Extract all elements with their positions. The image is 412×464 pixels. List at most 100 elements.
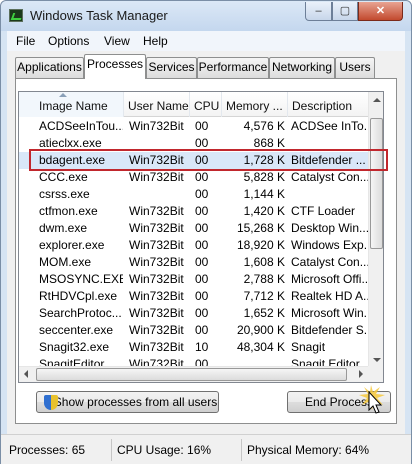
process-cpu-cell: 00 [195,323,209,337]
status-physical-memory: Physical Memory: 64% [247,443,370,457]
scroll-corner [368,366,383,382]
process-description-cell: Microsoft Win... [291,306,369,320]
show-all-users-label: Show processes from all users [53,395,218,409]
tab-networking[interactable]: Networking [269,57,335,78]
process-cpu-cell: 00 [195,153,209,167]
vertical-scrollbar[interactable] [368,92,383,366]
tab-applications[interactable]: Applications [15,57,84,78]
process-name-cell: SearchProtoc... [39,306,122,320]
process-name-cell: csrss.exe [39,187,90,201]
process-memory-cell: 2,788 K [243,272,285,286]
menu-view[interactable]: View [104,34,130,48]
table-row[interactable]: bdagent.exe Win732Bit 00 1,728 K Bitdefender… [19,152,369,169]
process-cpu-cell: 00 [195,238,209,252]
process-description-cell: CTF Loader [291,204,356,218]
process-cpu-cell: 00 [195,255,209,269]
table-row[interactable]: RtHDVCpl.exe Win732Bit 00 7,712 K Realtek HD… [19,288,369,305]
horizontal-scrollbar[interactable] [19,366,368,382]
menu-help[interactable]: Help [143,34,168,48]
minimize-button[interactable]: – [305,2,332,21]
process-name-cell: atieclxx.exe [39,136,102,150]
table-row[interactable]: explorer.exe Win732Bit 00 18,920 K Windows E… [19,237,369,254]
process-user-cell: Win732Bit [129,119,184,133]
process-cpu-cell: 00 [195,187,209,201]
close-button[interactable]: ✕ [358,2,403,21]
process-name-cell: MOM.exe [39,255,92,269]
sort-ascending-icon [59,93,67,97]
scroll-left-icon[interactable] [24,370,28,378]
process-description-cell: Windows Exp... [291,238,369,252]
process-user-cell: Win732Bit [129,221,184,235]
table-row[interactable]: CCC.exe Win732Bit 00 5,828 K Catalyst Con... [19,169,369,186]
table-row[interactable]: dwm.exe Win732Bit 00 15,268 K Desktop Win... [19,220,369,237]
process-user-cell: Win732Bit [129,306,184,320]
process-user-cell: Win732Bit [129,289,184,303]
process-memory-cell: 868 K [253,136,285,150]
list-header: Image Name User Name CPU Memory ... Desc… [19,92,369,117]
status-processes: Processes: 65 [9,443,86,457]
table-row[interactable]: ACDSeeInTou... Win732Bit 00 4,576 K ACDSee I… [19,118,369,135]
status-cpu-usage: CPU Usage: 16% [117,443,212,457]
table-row[interactable]: csrss.exe 00 1,144 K [19,186,369,203]
process-description-cell: Realtek HD A... [291,289,369,303]
process-name-cell: ctfmon.exe [39,204,98,218]
scroll-down-icon[interactable] [373,358,381,362]
title-bar[interactable]: Windows Task Manager – ▢ ✕ [1,1,411,31]
process-description-cell: Bitdefender S... [291,323,369,337]
maximize-button[interactable]: ▢ [332,2,358,21]
table-row[interactable]: ctfmon.exe Win732Bit 00 1,420 K CTF Loader [19,203,369,220]
show-all-users-button[interactable]: Show processes from all users [36,391,219,413]
click-cursor-icon [359,385,385,414]
column-description[interactable]: Description [288,92,369,117]
process-description-cell: Catalyst Con... [291,170,369,184]
process-memory-cell: 48,304 K [236,340,285,354]
table-row[interactable]: seccenter.exe Win732Bit 00 20,900 K Bitdefen… [19,322,369,339]
status-divider [241,439,242,461]
scroll-right-icon[interactable] [359,370,363,378]
process-user-cell: Win732Bit [129,323,184,337]
column-cpu[interactable]: CPU [190,92,222,117]
process-cpu-cell: 00 [195,204,209,218]
process-user-cell: Win732Bit [129,170,184,184]
process-cpu-cell: 00 [195,306,209,320]
process-name-cell: seccenter.exe [39,323,114,337]
process-name-cell: Snagit32.exe [39,340,110,354]
process-description-cell: Bitdefender ... [291,153,366,167]
table-row[interactable]: Snagit32.exe Win732Bit 10 48,304 K Snagit [19,339,369,356]
table-row[interactable]: SearchProtoc... Win732Bit 00 1,652 K Microso… [19,305,369,322]
status-divider [111,439,112,461]
uac-shield-icon [44,395,58,410]
process-user-cell: Win732Bit [129,204,184,218]
table-row[interactable]: MOM.exe Win732Bit 00 1,608 K Catalyst Con... [19,254,369,271]
process-cpu-cell: 00 [195,221,209,235]
process-memory-cell: 7,712 K [243,289,285,303]
column-image-name[interactable]: Image Name [19,92,124,117]
vertical-scroll-thumb[interactable] [370,118,383,249]
process-user-cell: Win732Bit [129,340,184,354]
process-user-cell: Win732Bit [129,153,184,167]
process-list[interactable]: Image Name User Name CPU Memory ... Desc… [18,91,384,383]
tab-users[interactable]: Users [335,57,375,78]
process-description-cell: ACDSee InTo... [291,119,369,133]
scroll-up-icon[interactable] [373,98,381,102]
process-name-cell: explorer.exe [39,238,105,252]
menu-options[interactable]: Options [48,34,89,48]
process-rows: ACDSeeInTou... Win732Bit 00 4,576 K ACDSee I… [19,118,369,373]
table-row[interactable]: atieclxx.exe 00 868 K [19,135,369,152]
status-bar: Processes: 65 CPU Usage: 16% Physical Me… [1,434,411,464]
process-name-cell: dwm.exe [39,221,88,235]
process-memory-cell: 4,576 K [243,119,285,133]
process-user-cell: Win732Bit [129,272,184,286]
process-memory-cell: 1,728 K [243,153,285,167]
table-row[interactable]: MSOSYNC.EXE Win732Bit 00 2,788 K Microsoft O… [19,271,369,288]
column-user-name[interactable]: User Name [124,92,190,117]
menu-file[interactable]: File [16,34,35,48]
tab-performance[interactable]: Performance [197,57,269,78]
menu-bar: File Options View Help [7,31,405,51]
column-memory[interactable]: Memory ... [222,92,288,117]
tab-services[interactable]: Services [146,57,197,78]
horizontal-scroll-thumb[interactable] [36,368,347,381]
process-description-cell: Snagit [291,340,326,354]
process-cpu-cell: 00 [195,170,209,184]
tab-processes[interactable]: Processes [84,54,146,79]
